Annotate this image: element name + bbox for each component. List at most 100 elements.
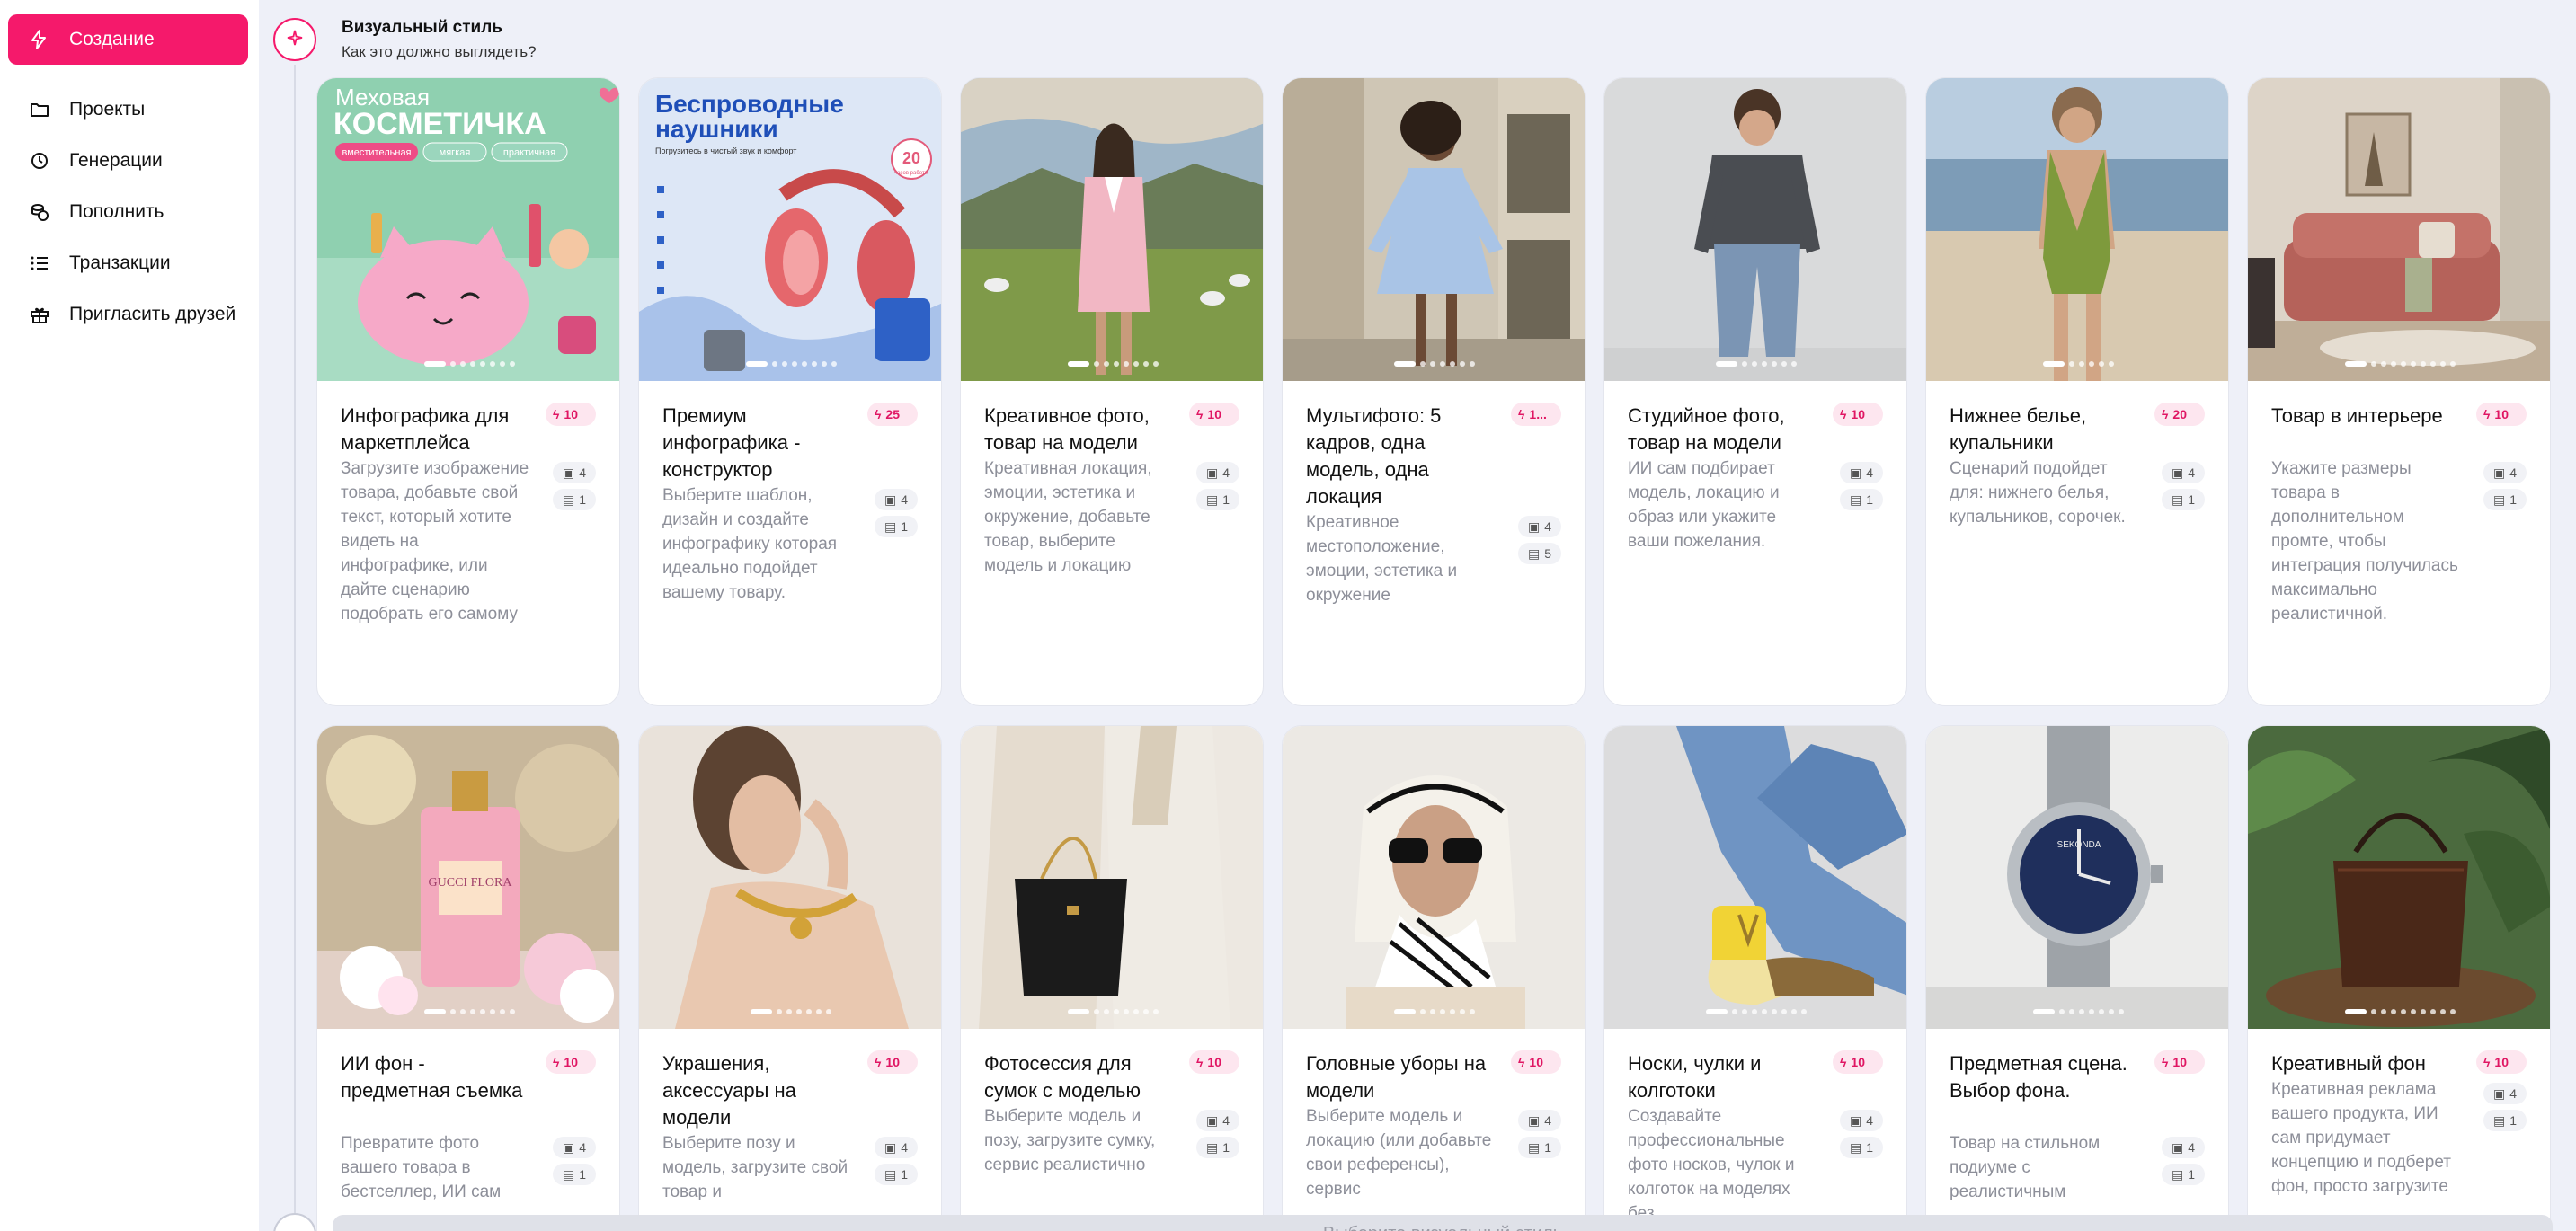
sidebar-item-label: Генерации: [69, 150, 163, 171]
overlay-chip: мягкая: [440, 147, 471, 158]
lightning-icon: ϟ: [553, 407, 560, 421]
price-badge: ϟ 10: [1833, 403, 1883, 426]
carousel-dots[interactable]: [639, 361, 941, 367]
carousel-dots[interactable]: [639, 1009, 941, 1014]
outputs-count: ▤ 1: [2162, 1164, 2205, 1185]
output-icon: ▤: [2492, 1112, 2506, 1128]
sidebar-item-label: Транзакции: [69, 252, 171, 273]
style-card[interactable]: Нижнее белье, купальники ϟ 20 Сценарий по…: [1925, 77, 2229, 706]
image-icon: ▣: [1527, 518, 1541, 534]
card-meta: ▣ 4 ▤ 1: [875, 1137, 918, 1185]
images-count: ▣ 4: [1518, 1110, 1561, 1131]
images-count: ▣ 4: [1196, 1110, 1239, 1131]
sidebar-item-create[interactable]: Создание: [8, 14, 248, 65]
image-icon: ▣: [1205, 1112, 1219, 1128]
style-card[interactable]: Носки, чулки и колготоки ϟ 10 Создавайте …: [1603, 725, 1907, 1231]
card-image: SEKONDA: [1926, 726, 2228, 1029]
card-description: Выберите модель и локацию (или добавьте …: [1306, 1107, 1492, 1199]
price-badge: ϟ 10: [867, 1050, 918, 1074]
style-card[interactable]: GUCCI FLORA ИИ фон - предметная съемка ϟ…: [316, 725, 620, 1231]
lightning-icon: ϟ: [875, 407, 882, 421]
carousel-dots[interactable]: [961, 1009, 1263, 1014]
style-card[interactable]: Мультифото: 5 кадров, одна модель, одна …: [1282, 77, 1586, 706]
style-card[interactable]: Украшения, аксессуары на модели ϟ 10 Выбе…: [638, 725, 942, 1231]
image-icon: ▣: [562, 1139, 575, 1155]
style-card[interactable]: Креативное фото, товар на модели ϟ 10 Кре…: [960, 77, 1264, 706]
image-icon: ▣: [884, 1139, 897, 1155]
carousel-dots[interactable]: [2248, 361, 2550, 367]
image-icon: ▣: [1849, 1112, 1862, 1128]
overlay-line2: КОСМЕТИЧКА: [333, 107, 546, 141]
output-icon: ▤: [1527, 545, 1541, 561]
output-icon: ▤: [562, 492, 575, 507]
sidebar-item-topup[interactable]: Пополнить: [8, 190, 248, 235]
style-card[interactable]: Меховая КОСМЕТИЧКА вместительная мягкая …: [316, 77, 620, 706]
outputs-count: ▤ 5: [1518, 543, 1561, 564]
sidebar-item-label: Создание: [69, 29, 155, 49]
sidebar-item-label: Пригласить друзей: [69, 304, 236, 324]
outputs-count: ▤ 1: [2483, 1110, 2527, 1131]
style-card[interactable]: Креативный фон ϟ 10 Креативная реклама ва…: [2247, 725, 2551, 1231]
step-title: Визуальный стиль: [342, 18, 502, 37]
carousel-dots[interactable]: [317, 1009, 619, 1014]
carousel-dots[interactable]: [1604, 1009, 1906, 1014]
sidebar-item-transactions[interactable]: Транзакции: [8, 241, 248, 286]
card-title: Инфографика для маркетплейса: [341, 404, 510, 454]
images-count: ▣ 4: [2162, 1137, 2205, 1158]
style-card[interactable]: Головные уборы на модели ϟ 10 Выберите мо…: [1282, 725, 1586, 1231]
outputs-count: ▤ 1: [1840, 489, 1883, 510]
card-image: [1604, 78, 1906, 381]
card-description: Выберите шаблон, дизайн и создайте инфог…: [662, 486, 838, 602]
lightning-icon: ϟ: [875, 1055, 882, 1069]
sidebar-item-label: Пополнить: [69, 201, 164, 222]
carousel-dots[interactable]: [2248, 1009, 2550, 1014]
card-title: Фотосессия для сумок с моделью: [984, 1052, 1141, 1102]
card-title: Креативный фон: [2271, 1052, 2426, 1075]
lightning-icon: ϟ: [1840, 1055, 1847, 1069]
output-icon: ▤: [1205, 1139, 1219, 1155]
output-icon: ▤: [1527, 1139, 1541, 1155]
lightning-icon: ϟ: [1518, 1055, 1525, 1069]
next-step-badge: [273, 1213, 316, 1231]
card-meta: ▣ 4 ▤ 1: [1196, 462, 1239, 510]
price-badge: ϟ 10: [1511, 1050, 1561, 1074]
output-icon: ▤: [1205, 492, 1219, 507]
image-icon: ▣: [1527, 1112, 1541, 1128]
price-badge: ϟ 10: [1189, 1050, 1239, 1074]
card-title: Товар в интерьере: [2271, 404, 2443, 427]
sidebar-item-generations[interactable]: Генерации: [8, 138, 248, 183]
style-card[interactable]: SEKONDA Предметная сцена. Выбор фона. ϟ1…: [1925, 725, 2229, 1231]
style-select-input[interactable]: Выберите визуальный стиль: [333, 1215, 2553, 1231]
card-description: Креативная реклама вашего продукта, ИИ с…: [2271, 1080, 2451, 1196]
card-meta: ▣ 4 ▤ 1: [2483, 1083, 2527, 1131]
style-card[interactable]: Товар в интерьере ϟ 10 Укажите размеры то…: [2247, 77, 2551, 706]
carousel-dots[interactable]: [1283, 361, 1585, 367]
card-image: [1283, 726, 1585, 1029]
sidebar-item-projects[interactable]: Проекты: [8, 87, 248, 132]
carousel-dots[interactable]: [1926, 1009, 2228, 1014]
price-badge: ϟ 1...: [1511, 403, 1561, 426]
card-meta: ▣ 4 ▤ 1: [2162, 1137, 2205, 1185]
carousel-dots[interactable]: [1926, 361, 2228, 367]
card-description: Креативная локация, эмоции, эстетика и о…: [984, 459, 1152, 575]
outputs-count: ▤ 1: [553, 1164, 596, 1185]
carousel-dots[interactable]: [1604, 361, 1906, 367]
style-card[interactable]: Фотосессия для сумок с моделью ϟ 10 Выбер…: [960, 725, 1264, 1231]
card-meta: ▣ 4 ▤ 1: [1840, 1110, 1883, 1158]
style-card[interactable]: Студийное фото, товар на модели ϟ 10 ИИ с…: [1603, 77, 1907, 706]
carousel-dots[interactable]: [317, 361, 619, 367]
step-badge: [273, 18, 316, 61]
lightning-icon: ϟ: [1196, 407, 1204, 421]
output-icon: ▤: [1849, 492, 1862, 507]
outputs-count: ▤ 1: [1518, 1137, 1561, 1158]
style-card[interactable]: 20 часов работы Беспроводные наушники По…: [638, 77, 942, 706]
images-count: ▣ 4: [2483, 462, 2527, 483]
card-title: Студийное фото, товар на модели: [1628, 404, 1785, 454]
card-image: [1604, 726, 1906, 1029]
card-title: ИИ фон - предметная съемка: [341, 1052, 523, 1102]
sidebar-item-invite[interactable]: Пригласить друзей: [8, 292, 248, 337]
price-badge: ϟ 10: [1833, 1050, 1883, 1074]
carousel-dots[interactable]: [961, 361, 1263, 367]
card-description: ИИ сам подбирает модель, локацию и образ…: [1628, 459, 1780, 551]
carousel-dots[interactable]: [1283, 1009, 1585, 1014]
